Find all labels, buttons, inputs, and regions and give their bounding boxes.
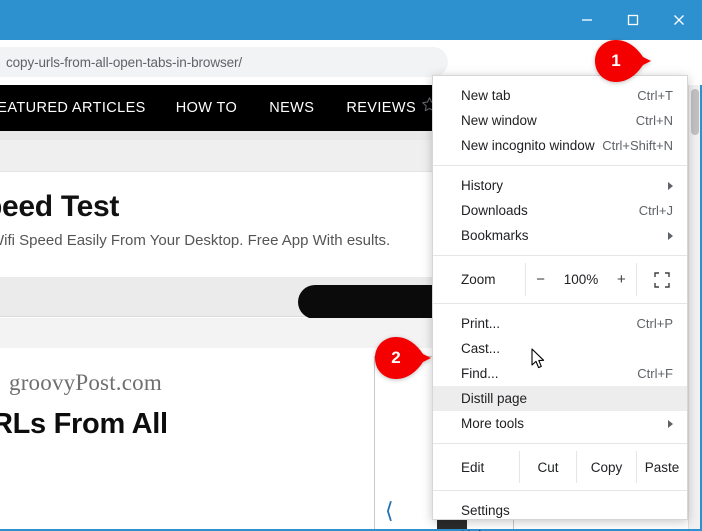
menu-shortcut: Ctrl+Shift+N <box>602 138 673 153</box>
menu-separator <box>433 165 687 166</box>
callout-marker-2: 2 <box>375 337 431 379</box>
minimize-icon <box>582 19 592 21</box>
close-button[interactable] <box>656 0 702 40</box>
article-main: groovyPost.com RLs From All <box>0 348 354 531</box>
zoom-controls: − 100% + <box>525 263 637 296</box>
menu-item-downloads[interactable]: Downloads Ctrl+J <box>433 198 687 223</box>
close-icon <box>674 15 684 25</box>
menu-item-print[interactable]: Print... Ctrl+P <box>433 311 687 336</box>
menu-label: Downloads <box>461 203 528 218</box>
menu-separator <box>433 303 687 304</box>
minimize-button[interactable] <box>564 0 610 40</box>
maximize-button[interactable] <box>610 0 656 40</box>
fullscreen-icon <box>654 271 670 288</box>
menu-item-bookmarks[interactable]: Bookmarks <box>433 223 687 248</box>
zoom-level-value: 100% <box>563 272 599 287</box>
copy-button[interactable]: Copy <box>576 451 636 483</box>
menu-label: Settings <box>461 503 510 518</box>
menu-item-new-tab[interactable]: New tab Ctrl+T <box>433 83 687 108</box>
nav-item-featured-articles[interactable]: FEATURED ARTICLES <box>0 100 146 116</box>
maximize-icon <box>627 14 639 26</box>
fullscreen-button[interactable] <box>637 263 687 296</box>
menu-separator <box>433 443 687 444</box>
menu-label: Cast... <box>461 341 501 356</box>
hero-body-text: Wifi Speed Easily From Your Desktop. Fre… <box>0 232 391 249</box>
menu-edit-row: Edit Cut Copy Paste <box>433 451 687 483</box>
cut-button[interactable]: Cut <box>519 451 576 483</box>
menu-label: New tab <box>461 88 511 103</box>
nav-item-news[interactable]: NEWS <box>269 100 314 116</box>
window-titlebar[interactable] <box>0 0 702 40</box>
menu-item-cast[interactable]: Cast... <box>433 336 687 361</box>
menu-item-new-incognito-window[interactable]: New incognito window Ctrl+Shift+N <box>433 133 687 158</box>
menu-shortcut: Ctrl+J <box>638 203 673 218</box>
menu-label: New incognito window <box>461 138 595 153</box>
menu-item-help[interactable]: Help <box>433 523 687 531</box>
chrome-main-menu: New tab Ctrl+T New window Ctrl+N New inc… <box>432 75 688 531</box>
thumbnail-swoosh: ⟨ <box>385 498 394 523</box>
menu-shortcut: Ctrl+P <box>636 316 673 331</box>
zoom-label: Zoom <box>461 272 496 287</box>
chevron-right-icon <box>668 181 673 190</box>
chevron-right-icon <box>668 419 673 428</box>
menu-label: History <box>461 178 504 193</box>
browser-window: FEATURED ARTICLES HOW TO NEWS REVIEWS QU… <box>0 0 702 531</box>
callout-marker-1-number: 1 <box>611 51 621 70</box>
nav-item-reviews[interactable]: REVIEWS <box>346 100 416 116</box>
paste-button[interactable]: Paste <box>636 451 687 483</box>
menu-shortcut: Ctrl+F <box>637 366 673 381</box>
menu-item-more-tools[interactable]: More tools <box>433 411 687 436</box>
zoom-in-button[interactable]: + <box>617 272 626 287</box>
menu-separator <box>433 255 687 256</box>
menu-shortcut: Ctrl+T <box>637 88 673 103</box>
menu-label: Find... <box>461 366 499 381</box>
menu-shortcut: Ctrl+N <box>635 113 673 128</box>
menu-label: Print... <box>461 316 501 331</box>
menu-separator <box>433 490 687 491</box>
window-controls <box>564 0 702 40</box>
article-title: RLs From All <box>0 408 168 440</box>
menu-label: Distill page <box>461 391 528 406</box>
zoom-out-button[interactable]: − <box>536 272 545 287</box>
menu-item-history[interactable]: History <box>433 173 687 198</box>
hero-heading: peed Test <box>0 190 120 223</box>
menu-item-distill-page[interactable]: Distill page <box>433 386 687 411</box>
menu-label: New window <box>461 113 537 128</box>
menu-item-settings[interactable]: Settings <box>433 498 687 523</box>
menu-item-find[interactable]: Find... Ctrl+F <box>433 361 687 386</box>
menu-label: More tools <box>461 416 525 431</box>
mouse-cursor <box>531 348 545 374</box>
menu-label: Bookmarks <box>461 228 529 243</box>
chevron-right-icon <box>668 231 673 240</box>
address-bar-url: copy-urls-from-all-open-tabs-in-browser/ <box>6 54 243 70</box>
page-scrollbar-thumb[interactable] <box>691 89 699 135</box>
address-bar[interactable]: copy-urls-from-all-open-tabs-in-browser/ <box>0 47 448 77</box>
menu-zoom-row: Zoom − 100% + <box>433 263 687 296</box>
callout-marker-1: 1 <box>595 40 651 82</box>
site-brand-label: groovyPost.com <box>9 370 162 395</box>
edit-label: Edit <box>461 459 485 475</box>
callout-marker-2-number: 2 <box>391 348 401 367</box>
nav-item-how-to[interactable]: HOW TO <box>176 100 237 116</box>
page-scrollbar[interactable] <box>688 85 700 531</box>
menu-item-new-window[interactable]: New window Ctrl+N <box>433 108 687 133</box>
